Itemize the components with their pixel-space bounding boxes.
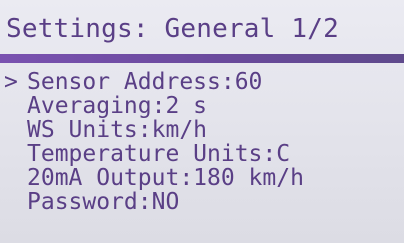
menu-item-label: 20mA Output:180 km/h <box>27 165 304 191</box>
settings-menu: > Sensor Address:60 Averaging:2 s WS Uni… <box>0 70 404 214</box>
menu-item-averaging[interactable]: Averaging:2 s <box>0 94 404 118</box>
menu-item-password[interactable]: Password:NO <box>0 190 404 214</box>
menu-item-label: Password:NO <box>27 189 180 215</box>
menu-item-label: Averaging:2 s <box>27 93 208 119</box>
menu-item-label: WS Units:km/h <box>27 117 208 143</box>
lcd-screen: Settings: General 1/2 > Sensor Address:6… <box>0 0 404 243</box>
menu-item-temperature-units[interactable]: Temperature Units:C <box>0 142 404 166</box>
menu-item-20ma-output[interactable]: 20mA Output:180 km/h <box>0 166 404 190</box>
header-divider <box>0 54 404 63</box>
menu-item-label: Temperature Units:C <box>27 141 291 167</box>
page-title: Settings: General 1/2 <box>6 14 339 44</box>
menu-item-ws-units[interactable]: WS Units:km/h <box>0 118 404 142</box>
lcd-bezel: Settings: General 1/2 > Sensor Address:6… <box>0 0 404 243</box>
selection-cursor-icon: > <box>4 69 18 95</box>
menu-item-sensor-address[interactable]: > Sensor Address:60 <box>0 70 404 94</box>
menu-item-label: Sensor Address:60 <box>27 69 263 95</box>
